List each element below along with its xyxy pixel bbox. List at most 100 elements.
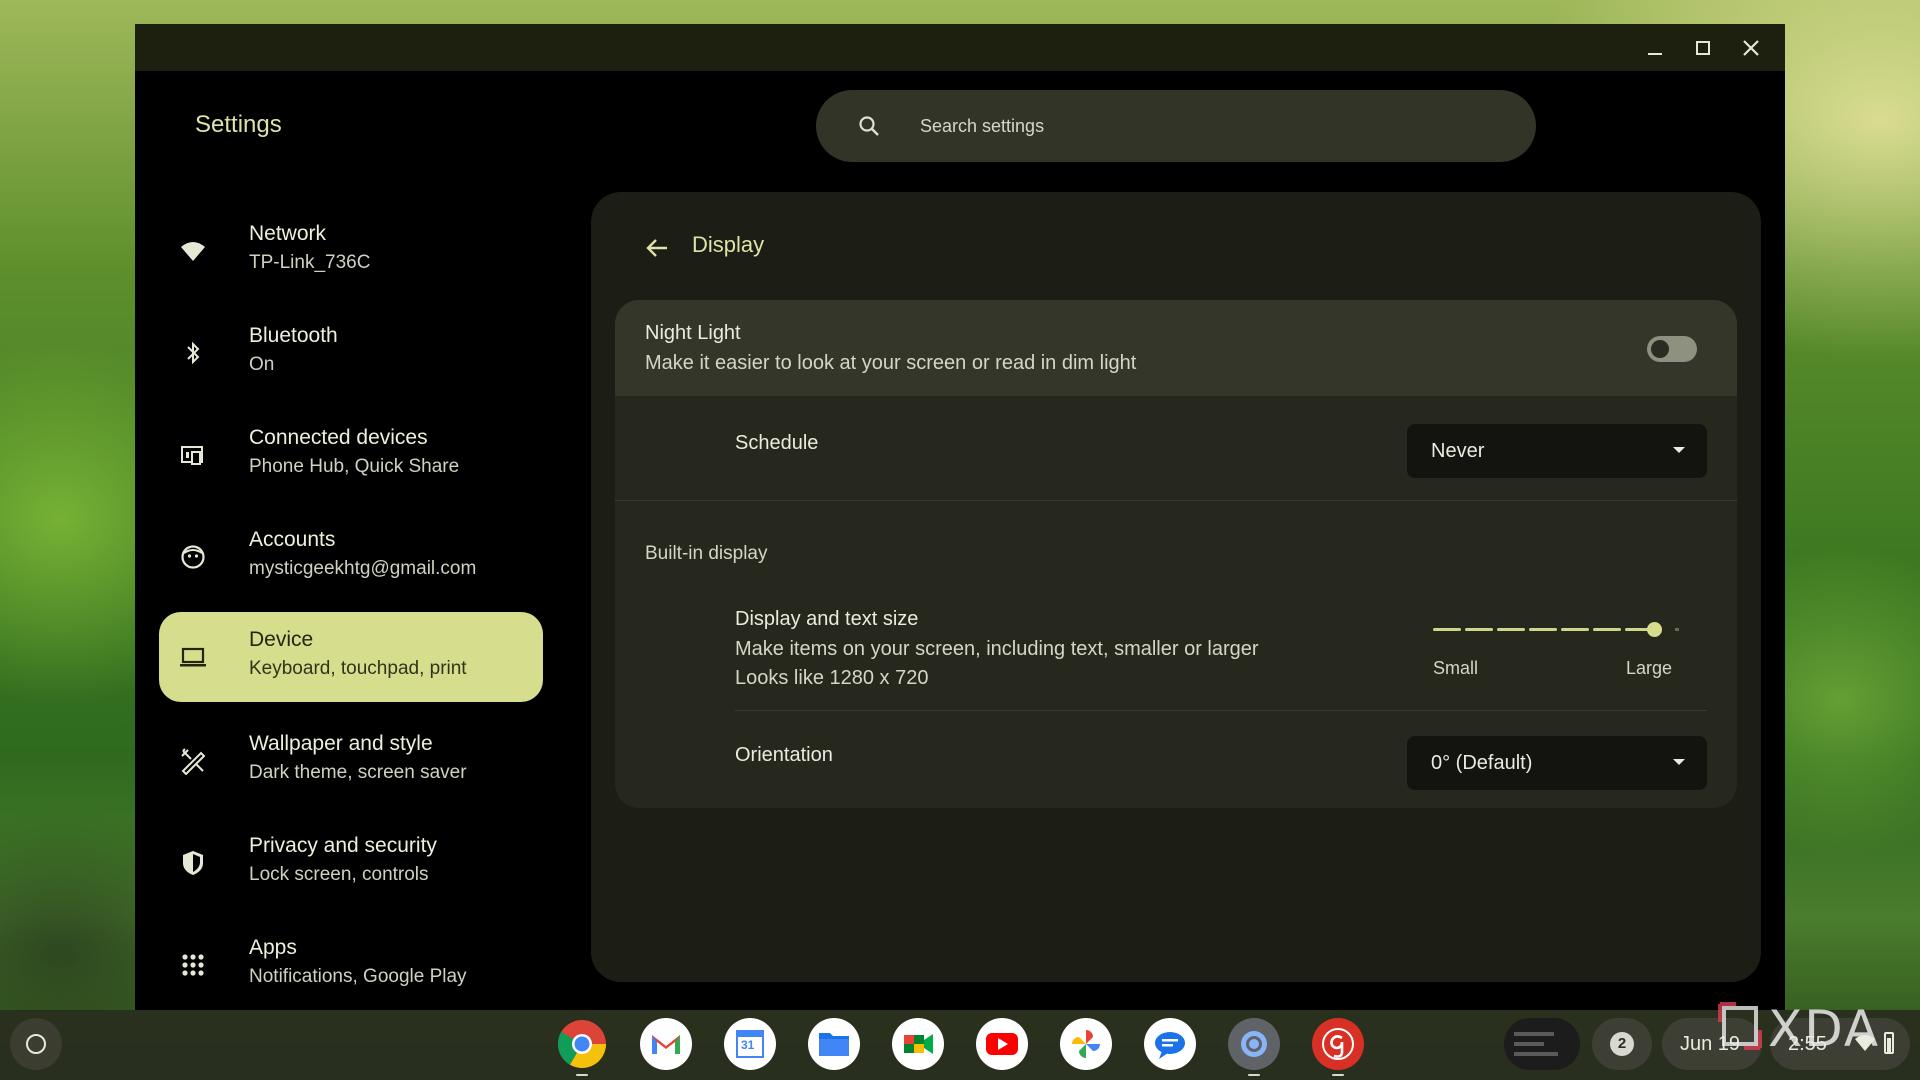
night-light-row[interactable]: Night Light Make it easier to look at yo… <box>615 300 1737 396</box>
search-bar[interactable] <box>816 90 1536 162</box>
schedule-dropdown[interactable]: Never <box>1407 424 1707 478</box>
text-size-resolution: Looks like 1280 x 720 <box>735 667 929 689</box>
sidebar-item-network[interactable]: Network TP-Link_736C <box>159 206 543 296</box>
sidebar-item-subtitle: Phone Hub, Quick Share <box>249 456 460 477</box>
xda-logo-icon <box>1718 1002 1762 1050</box>
notification-count: 2 <box>1610 1032 1634 1056</box>
running-indicator <box>1332 1074 1344 1076</box>
display-panel: Display Night Light Make it easier to lo… <box>591 192 1761 982</box>
sidebar-item-title: Connected devices <box>249 426 428 449</box>
wifi-icon <box>181 242 205 261</box>
launcher-button[interactable] <box>10 1018 62 1070</box>
night-light-toggle[interactable] <box>1647 336 1697 362</box>
xda-wordmark: XDA <box>1768 1000 1881 1058</box>
messages-icon[interactable] <box>1144 1018 1196 1070</box>
holding-space-thumbnail[interactable] <box>1504 1018 1580 1070</box>
back-arrow-icon[interactable] <box>639 230 675 266</box>
thumbnail-line <box>1514 1032 1554 1036</box>
app-title: Settings <box>195 111 282 138</box>
slider-step <box>1497 628 1525 631</box>
calendar-icon[interactable]: 31 <box>724 1018 776 1070</box>
slider-step <box>1593 628 1621 631</box>
sidebar-item-subtitle: Dark theme, screen saver <box>249 762 467 783</box>
settings-icon[interactable] <box>1228 1018 1280 1070</box>
sidebar-item-device[interactable]: Device Keyboard, touchpad, print <box>159 612 543 702</box>
sidebar-item-title: Apps <box>249 936 297 959</box>
sidebar-item-title: Bluetooth <box>249 324 338 347</box>
running-indicator <box>1248 1074 1260 1076</box>
photos-icon[interactable] <box>1060 1018 1112 1070</box>
slider-step <box>1561 628 1589 631</box>
shield-icon <box>183 851 203 875</box>
slider-step <box>1465 628 1493 631</box>
builtin-display-heading: Built-in display <box>645 543 768 564</box>
sidebar-item-apps[interactable]: Apps Notifications, Google Play <box>159 920 543 1010</box>
sidebar-item-subtitle: Notifications, Google Play <box>249 966 467 987</box>
bluetooth-icon <box>187 341 200 365</box>
running-indicator <box>576 1074 588 1076</box>
sidebar-item-title: Device <box>249 628 314 651</box>
display-settings-card: Night Light Make it easier to look at yo… <box>615 300 1737 808</box>
apps-grid-icon <box>182 954 204 976</box>
thumbnail-line <box>1514 1052 1558 1056</box>
caret-down-icon <box>1673 759 1685 765</box>
caret-down-icon <box>1673 447 1685 453</box>
sidebar-item-subtitle: TP-Link_736C <box>249 252 371 273</box>
shelf: 31 2 Jun 19 2:55 <box>0 1010 1920 1080</box>
notification-center-button[interactable]: 2 <box>1592 1018 1652 1070</box>
sidebar-item-connected-devices[interactable]: Connected devices Phone Hub, Quick Share <box>159 410 543 500</box>
sidebar-item-subtitle: On <box>249 354 275 375</box>
slider-thumb[interactable] <box>1647 622 1662 637</box>
xda-watermark: XDA <box>1718 1000 1908 1060</box>
schedule-label: Schedule <box>735 432 819 454</box>
sidebar-item-subtitle: Lock screen, controls <box>249 864 429 885</box>
meet-icon[interactable] <box>892 1018 944 1070</box>
launcher-icon <box>26 1034 46 1054</box>
toggle-knob <box>1651 340 1669 358</box>
maximize-button[interactable] <box>1687 32 1719 64</box>
slider-step <box>1625 628 1649 631</box>
sidebar-item-privacy-and-security[interactable]: Privacy and security Lock screen, contro… <box>159 818 543 908</box>
minimize-icon <box>1648 53 1662 55</box>
minimize-button[interactable] <box>1639 32 1671 64</box>
divider <box>735 710 1707 711</box>
sidebar-item-title: Network <box>249 222 327 245</box>
night-light-description: Make it easier to look at your screen or… <box>645 352 1137 374</box>
orientation-value: 0° (Default) <box>1431 752 1533 774</box>
slider-max-label: Large <box>1626 658 1673 678</box>
thumbnail-line <box>1514 1042 1544 1046</box>
gmail-icon[interactable] <box>640 1018 692 1070</box>
slider-step <box>1529 628 1557 631</box>
close-icon <box>1743 40 1759 56</box>
connected-devices-icon <box>181 446 203 465</box>
sidebar-item-accounts[interactable]: Accounts mysticgeekhtg@gmail.com <box>159 512 543 602</box>
sidebar-item-wallpaper-and-style[interactable]: Wallpaper and style Dark theme, screen s… <box>159 716 543 806</box>
orientation-label: Orientation <box>735 744 833 766</box>
text-size-slider[interactable] <box>1433 620 1683 640</box>
search-input[interactable] <box>920 90 1500 162</box>
text-size-description: Make items on your screen, including tex… <box>735 638 1259 660</box>
laptop-icon <box>180 647 206 667</box>
youtube-icon[interactable] <box>976 1018 1028 1070</box>
night-light-title: Night Light <box>645 322 741 344</box>
files-icon[interactable] <box>808 1018 860 1070</box>
slider-step <box>1433 628 1461 631</box>
schedule-value: Never <box>1431 440 1485 462</box>
sidebar-item-title: Accounts <box>249 528 336 551</box>
settings-window: Settings Network TP-Link_736C Bluetooth … <box>135 24 1785 1010</box>
page-title: Display <box>692 232 765 257</box>
chrome-icon[interactable] <box>556 1018 608 1070</box>
sidebar-item-bluetooth[interactable]: Bluetooth On <box>159 308 543 398</box>
palette-brush-icon <box>181 748 206 775</box>
orientation-dropdown[interactable]: 0° (Default) <box>1407 736 1707 790</box>
g-app-icon[interactable] <box>1312 1018 1364 1070</box>
text-size-title: Display and text size <box>735 608 919 630</box>
search-icon <box>859 116 879 136</box>
close-button[interactable] <box>1735 32 1767 64</box>
slider-min-label: Small <box>1433 658 1479 678</box>
maximize-icon <box>1696 41 1710 55</box>
sidebar-item-title: Wallpaper and style <box>249 732 433 755</box>
sidebar-item-subtitle: Keyboard, touchpad, print <box>249 658 467 679</box>
title-bar <box>135 24 1785 71</box>
sidebar-item-title: Privacy and security <box>249 834 437 857</box>
